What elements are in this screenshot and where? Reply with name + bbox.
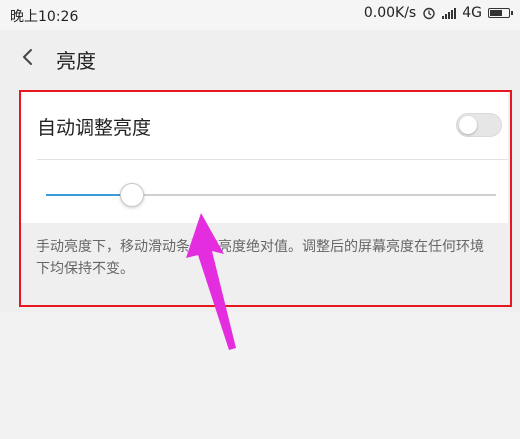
brightness-slider[interactable] — [46, 183, 496, 207]
network-speed: 0.00K/s — [363, 5, 417, 21]
chevron-left-icon[interactable] — [16, 44, 42, 70]
brightness-settings-card: 自动调整亮度 — [21, 91, 508, 223]
status-indicators: 0.00K/s 4G — [363, 5, 513, 21]
status-bar: 晚上10:26 0.00K/s 4G — [0, 0, 520, 30]
page-header: 亮度 — [0, 30, 520, 86]
auto-brightness-toggle[interactable] — [456, 113, 502, 137]
toggle-knob — [459, 116, 477, 134]
status-time: 晚上10:26 — [10, 9, 79, 25]
slider-fill — [46, 194, 132, 196]
lower-list-area — [0, 312, 520, 439]
page-title: 亮度 — [56, 49, 96, 73]
alarm-icon — [423, 7, 435, 20]
auto-brightness-row[interactable]: 自动调整亮度 — [21, 91, 508, 159]
brightness-description: 手动亮度下，移动滑动条调节亮度绝对值。调整后的屏幕亮度在任何环境下均保持不变。 — [36, 239, 484, 277]
auto-brightness-label: 自动调整亮度 — [37, 117, 152, 139]
slider-thumb[interactable] — [119, 183, 144, 207]
battery-icon — [488, 8, 513, 18]
signal-icon — [442, 7, 457, 19]
network-type: 4G — [462, 5, 482, 21]
divider — [37, 159, 508, 160]
